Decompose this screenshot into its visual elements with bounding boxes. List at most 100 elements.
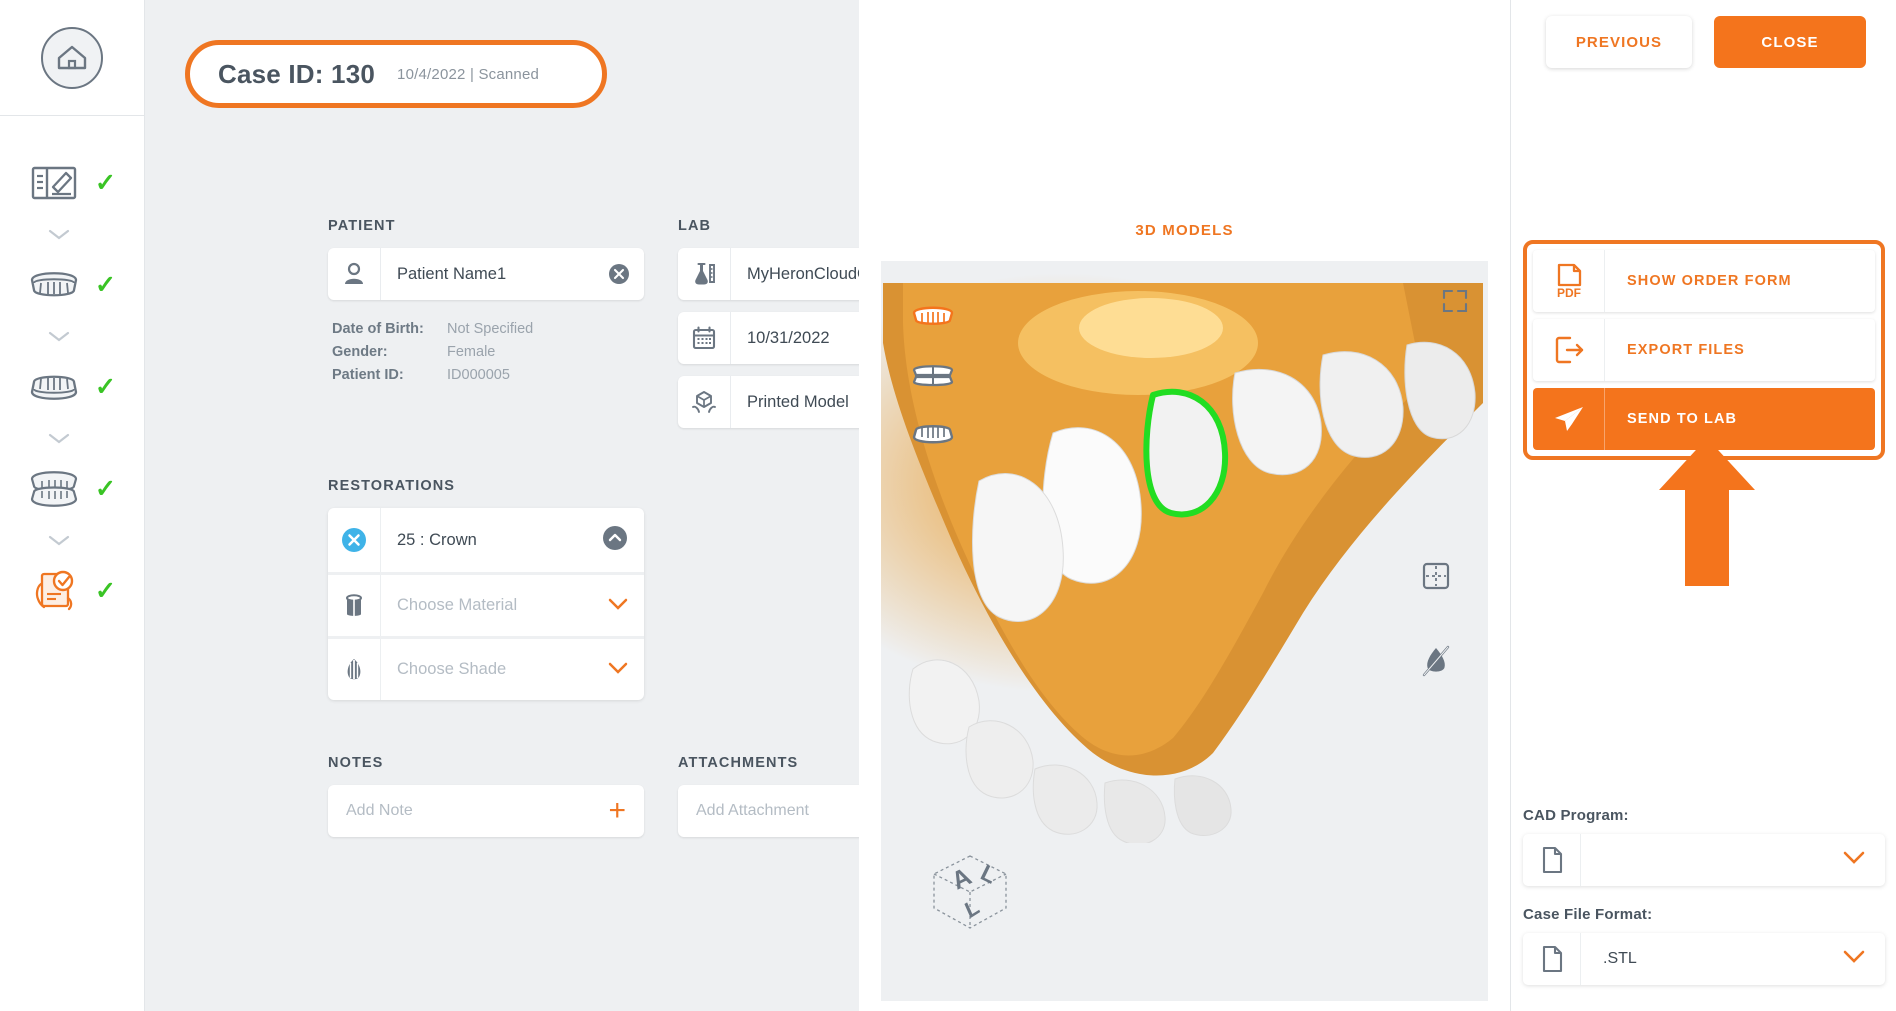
- calendar-icon: [678, 312, 731, 364]
- case-details-screen: ✓ ✓ ✓ ✓ ✓ Case ID: 130 10/4/2022 | Scann…: [0, 0, 1896, 1011]
- case-meta: 10/4/2022 | Scanned: [397, 66, 539, 83]
- up-arrow-annotation: [1659, 438, 1755, 591]
- hide-gingiva-icon[interactable]: [1420, 644, 1452, 683]
- case-id-banner: Case ID: 130 10/4/2022 | Scanned: [185, 40, 607, 108]
- home-button[interactable]: [0, 0, 144, 116]
- restoration-material-value: Choose Material: [397, 596, 518, 614]
- chevron-up-circle-icon[interactable]: [602, 525, 628, 556]
- person-icon: [328, 248, 381, 300]
- notes-section-label: NOTES: [328, 755, 384, 771]
- sidebar-step-bite[interactable]: ✓: [0, 460, 144, 518]
- step-check-icon: ✓: [95, 576, 116, 605]
- order-form-icon: [23, 158, 85, 208]
- printed-model-icon: [678, 376, 731, 428]
- patient-detail-row: Gender: Female: [332, 341, 644, 364]
- export-files-button[interactable]: EXPORT FILES: [1533, 319, 1875, 381]
- case-status: Scanned: [478, 65, 540, 83]
- step-check-icon: ✓: [95, 168, 116, 197]
- show-order-form-label: SHOW ORDER FORM: [1627, 273, 1792, 289]
- viewer-layer-toggles: [911, 303, 955, 452]
- sidebar-step-lower-arch[interactable]: ✓: [0, 358, 144, 416]
- orientation-cube[interactable]: A L L: [927, 850, 1013, 939]
- cad-program-label: CAD Program:: [1523, 807, 1629, 824]
- home-icon: [41, 26, 103, 89]
- prescription-icon: [23, 566, 85, 616]
- case-file-format-select[interactable]: .STL: [1523, 933, 1885, 985]
- lab-actions-group: PDF SHOW ORDER FORM EXPORT FILES SEND TO…: [1523, 240, 1885, 460]
- top-action-bar: PREVIOUS CLOSE: [1511, 0, 1896, 68]
- restoration-shade-value: Choose Shade: [397, 660, 507, 678]
- chevron-down-icon[interactable]: [1843, 851, 1885, 869]
- step-check-icon: ✓: [95, 372, 116, 401]
- chevron-down-icon[interactable]: [608, 661, 628, 679]
- workflow-sidebar: ✓ ✓ ✓ ✓ ✓: [0, 0, 145, 1011]
- clear-circle-icon[interactable]: [608, 263, 630, 285]
- bite-occlusion-icon: [23, 464, 85, 514]
- send-to-lab-label: SEND TO LAB: [1627, 411, 1738, 427]
- viewer-title: 3D MODELS: [1135, 222, 1234, 239]
- flask-icon: [678, 248, 731, 300]
- export-icon: [1533, 319, 1605, 381]
- restoration-tooth-row[interactable]: 25 : Crown: [328, 508, 644, 572]
- detail-key: Patient ID:: [332, 367, 404, 383]
- expand-icon[interactable]: [1440, 287, 1470, 320]
- upper-arch-icon: [23, 260, 85, 310]
- restorations-section: RESTORATIONS 25 : Crown Choose Material …: [328, 478, 644, 700]
- upper-arch-toggle[interactable]: [911, 303, 955, 334]
- restoration-shade-row[interactable]: Choose Shade: [328, 636, 644, 700]
- send-paper-plane-icon: [1533, 388, 1605, 450]
- cad-program-select[interactable]: [1523, 834, 1885, 886]
- show-order-form-button[interactable]: PDF SHOW ORDER FORM: [1533, 250, 1875, 312]
- workflow-steps: ✓ ✓ ✓ ✓ ✓: [0, 116, 144, 620]
- plus-icon[interactable]: +: [608, 796, 626, 826]
- restoration-tooth-label: 25 : Crown: [397, 530, 477, 549]
- cube-face-l-top: L: [977, 859, 1001, 889]
- detail-value: Female: [447, 344, 496, 360]
- viewer-tools: [1420, 561, 1452, 683]
- svg-text:PDF: PDF: [1557, 286, 1581, 300]
- step-divider-caret-3: [0, 416, 144, 460]
- remove-circle-icon[interactable]: [328, 508, 381, 572]
- sidebar-step-upper-arch[interactable]: ✓: [0, 256, 144, 314]
- model-viewer-panel: 3D MODELS A L L: [859, 0, 1510, 1011]
- previous-button[interactable]: PREVIOUS: [1546, 16, 1692, 68]
- lower-arch-toggle[interactable]: [911, 421, 955, 452]
- case-file-format-value: .STL: [1603, 950, 1637, 967]
- step-divider-caret-2: [0, 314, 144, 358]
- page-title: Case ID: 130: [218, 58, 376, 89]
- detail-key: Gender:: [332, 344, 388, 360]
- close-button[interactable]: CLOSE: [1714, 16, 1866, 68]
- 3d-model-canvas[interactable]: A L L: [881, 261, 1488, 1001]
- detail-value: Not Specified: [447, 321, 534, 337]
- file-icon: [1523, 933, 1581, 985]
- restoration-material-row[interactable]: Choose Material: [328, 572, 644, 636]
- chevron-down-icon[interactable]: [1843, 950, 1885, 968]
- notes-section: NOTES Add Note +: [328, 755, 644, 837]
- case-form-panel: Case ID: 130 10/4/2022 | Scanned PATIENT: [145, 0, 994, 1011]
- export-files-label: EXPORT FILES: [1627, 342, 1745, 358]
- sidebar-step-order-form[interactable]: ✓: [0, 154, 144, 212]
- patient-name-value: Patient Name1: [397, 264, 507, 283]
- material-cylinder-icon: [328, 575, 381, 636]
- actions-panel: PREVIOUS CLOSE PDF SHOW ORDER FORM EXPOR…: [1510, 0, 1896, 1011]
- restoration-card: 25 : Crown Choose Material Choose Shade: [328, 508, 644, 700]
- case-meta-separator: |: [469, 65, 475, 83]
- cube-face-a: A: [947, 862, 976, 895]
- file-icon: [1523, 834, 1581, 886]
- cube-face-l-front: L: [961, 893, 983, 923]
- bite-toggle[interactable]: [911, 362, 955, 393]
- lower-arch-icon: [23, 362, 85, 412]
- case-date: 10/4/2022: [397, 65, 466, 83]
- export-settings: CAD Program: Case File Format: .STL: [1523, 807, 1885, 985]
- chevron-down-icon[interactable]: [608, 597, 628, 615]
- patient-name-field[interactable]: Patient Name1: [328, 248, 644, 300]
- add-note-button[interactable]: Add Note +: [328, 785, 644, 837]
- step-divider-caret-1: [0, 212, 144, 256]
- shade-icon: [328, 639, 381, 700]
- sectioning-grid-icon[interactable]: [1421, 561, 1451, 596]
- detail-value: ID000005: [447, 367, 510, 383]
- dental-scan-render: [883, 283, 1483, 843]
- step-divider-caret-4: [0, 518, 144, 562]
- step-check-icon: ✓: [95, 270, 116, 299]
- sidebar-step-prescription[interactable]: ✓: [0, 562, 144, 620]
